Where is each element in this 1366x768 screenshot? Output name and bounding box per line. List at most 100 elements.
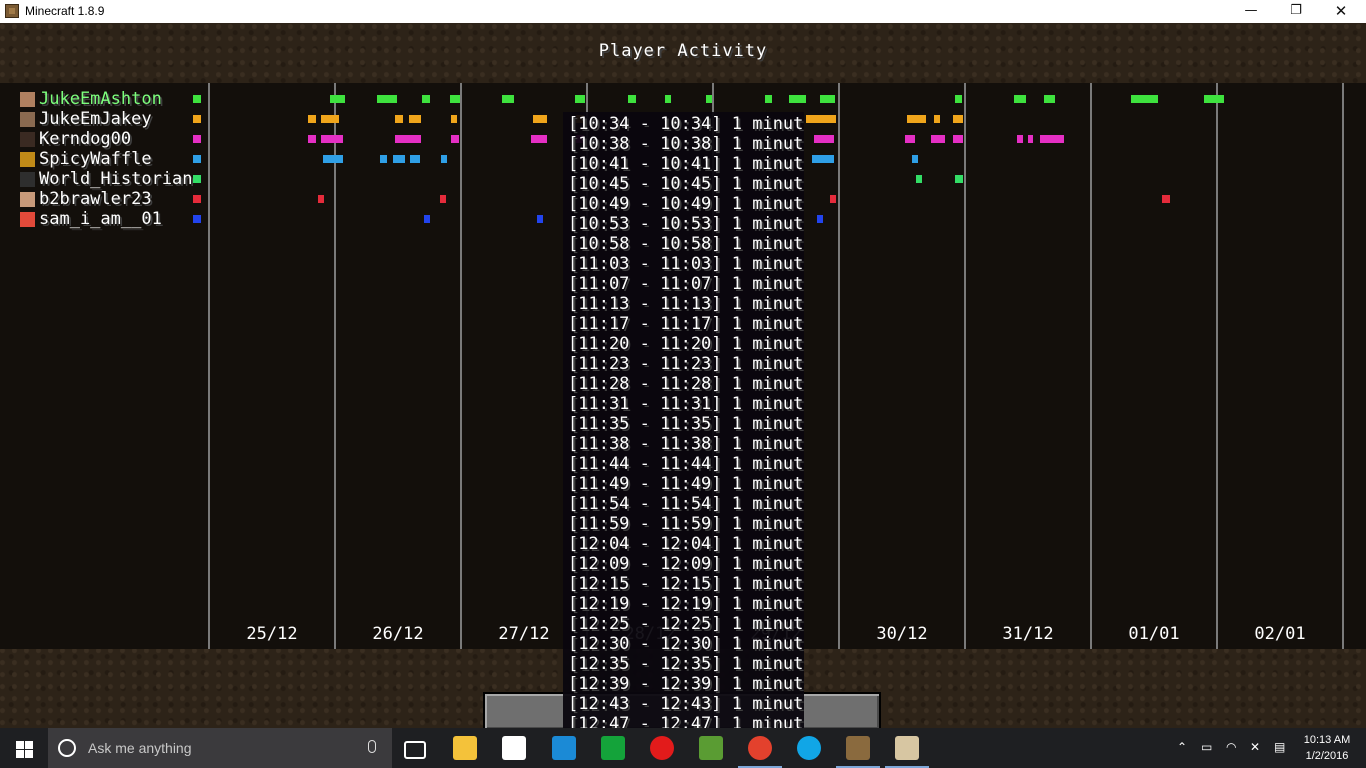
session-bar[interactable] — [451, 135, 459, 143]
tooltip-line: [12:35 - 12:35] 1 minute — [568, 654, 804, 674]
date-label: 01/01 — [1128, 624, 1179, 644]
store-icon[interactable] — [502, 736, 526, 760]
clock-time: 10:13 AM — [1303, 734, 1351, 746]
session-bar[interactable] — [820, 95, 835, 103]
player-color-swatch — [193, 135, 201, 143]
shopping-bag-icon[interactable] — [601, 736, 625, 760]
session-bar[interactable] — [321, 115, 339, 123]
session-bar[interactable] — [814, 135, 834, 143]
session-bar[interactable] — [706, 95, 712, 103]
volume-muted-icon[interactable]: ✕ — [1250, 740, 1260, 754]
session-bar[interactable] — [318, 195, 324, 203]
session-bar[interactable] — [955, 95, 962, 103]
tooltip-line: [12:30 - 12:30] 1 minute — [568, 634, 804, 654]
start-button[interactable] — [0, 728, 48, 768]
session-bar[interactable] — [377, 95, 397, 103]
session-bar[interactable] — [323, 155, 343, 163]
session-bar[interactable] — [441, 155, 447, 163]
file-explorer-icon[interactable] — [453, 736, 477, 760]
skype-icon[interactable] — [797, 736, 821, 760]
tooltip-line: [11:49 - 11:49] 1 minute — [568, 474, 804, 494]
tooltip-line: [12:04 - 12:04] 1 minute — [568, 534, 804, 554]
session-bar[interactable] — [628, 95, 636, 103]
session-bar[interactable] — [830, 195, 836, 203]
session-bar[interactable] — [308, 135, 316, 143]
chrome-icon[interactable] — [748, 736, 772, 760]
session-bar[interactable] — [533, 115, 547, 123]
session-bar[interactable] — [1014, 95, 1026, 103]
session-bar[interactable] — [451, 115, 457, 123]
session-bar[interactable] — [1044, 95, 1055, 103]
player-head-icon — [20, 192, 35, 207]
record-icon[interactable] — [650, 736, 674, 760]
session-bar[interactable] — [765, 95, 772, 103]
session-bar[interactable] — [308, 115, 316, 123]
session-bar[interactable] — [1017, 135, 1023, 143]
player-color-swatch — [193, 175, 201, 183]
battery-icon[interactable]: ▭ — [1201, 740, 1212, 754]
session-bar[interactable] — [537, 215, 543, 223]
task-view-icon[interactable] — [404, 741, 426, 759]
session-bar[interactable] — [330, 95, 345, 103]
player-color-swatch — [193, 95, 201, 103]
player-name: JukeEmJakey — [39, 109, 152, 129]
session-bar[interactable] — [806, 115, 836, 123]
action-center-icon[interactable]: ▤ — [1274, 740, 1285, 754]
tooltip-line: [10:41 - 10:41] 1 minute — [568, 154, 804, 174]
session-bar[interactable] — [380, 155, 387, 163]
session-bar[interactable] — [665, 95, 671, 103]
clock[interactable]: 10:13 AM 1/2/2016 — [1295, 732, 1359, 764]
player-head-icon — [20, 132, 35, 147]
session-bar[interactable] — [1204, 95, 1224, 103]
search-box[interactable]: Ask me anything — [48, 728, 392, 768]
session-bar[interactable] — [1040, 135, 1064, 143]
microphone-icon[interactable] — [368, 740, 376, 753]
session-bar[interactable] — [953, 135, 963, 143]
session-bar[interactable] — [409, 115, 421, 123]
session-bar[interactable] — [395, 135, 421, 143]
tooltip-line: [11:17 - 11:17] 1 minute — [568, 314, 804, 334]
session-bar[interactable] — [321, 135, 343, 143]
minecraft-grass-icon[interactable] — [699, 736, 723, 760]
session-bar[interactable] — [422, 95, 430, 103]
session-bar[interactable] — [1028, 135, 1033, 143]
session-bar[interactable] — [905, 135, 915, 143]
paint-icon[interactable] — [895, 736, 919, 760]
restore-button[interactable]: ❐ — [1273, 0, 1319, 23]
session-bar[interactable] — [410, 155, 420, 163]
session-bar[interactable] — [812, 155, 834, 163]
network-app-icon[interactable] — [552, 736, 576, 760]
session-bar[interactable] — [575, 95, 585, 103]
session-bar[interactable] — [817, 215, 823, 223]
session-bar[interactable] — [953, 115, 963, 123]
session-bar[interactable] — [789, 95, 806, 103]
tooltip-line: [10:53 - 10:53] 1 minute — [568, 214, 804, 234]
window-title: Minecraft 1.8.9 — [25, 4, 105, 18]
taskbar: Ask me anything ⌃ ▭ ◠ ✕ ▤ 10:13 AM 1/2/2016 — [0, 728, 1366, 768]
tooltip-line: [11:20 - 11:20] 1 minute — [568, 334, 804, 354]
session-bar[interactable] — [955, 175, 963, 183]
session-bar[interactable] — [934, 115, 940, 123]
session-bar[interactable] — [531, 135, 547, 143]
player-head-icon — [20, 172, 35, 187]
session-bar[interactable] — [440, 195, 446, 203]
session-bar[interactable] — [450, 95, 460, 103]
player-name: Kerndog00 — [39, 129, 132, 149]
session-bar[interactable] — [1162, 195, 1170, 203]
minecraft-launcher-icon[interactable] — [846, 736, 870, 760]
session-bar[interactable] — [912, 155, 918, 163]
session-bar[interactable] — [907, 115, 926, 123]
session-bar[interactable] — [395, 115, 403, 123]
session-bar[interactable] — [1131, 95, 1158, 103]
wifi-icon[interactable]: ◠ — [1226, 740, 1236, 754]
chevron-up-icon[interactable]: ⌃ — [1177, 740, 1187, 754]
session-bar[interactable] — [393, 155, 405, 163]
session-bar[interactable] — [424, 215, 430, 223]
session-bar[interactable] — [931, 135, 945, 143]
close-button[interactable]: ✕ — [1318, 0, 1364, 23]
minimize-button[interactable]: — — [1228, 0, 1274, 23]
date-label: 02/01 — [1254, 624, 1305, 644]
player-color-swatch — [193, 115, 201, 123]
session-bar[interactable] — [916, 175, 922, 183]
session-bar[interactable] — [502, 95, 514, 103]
